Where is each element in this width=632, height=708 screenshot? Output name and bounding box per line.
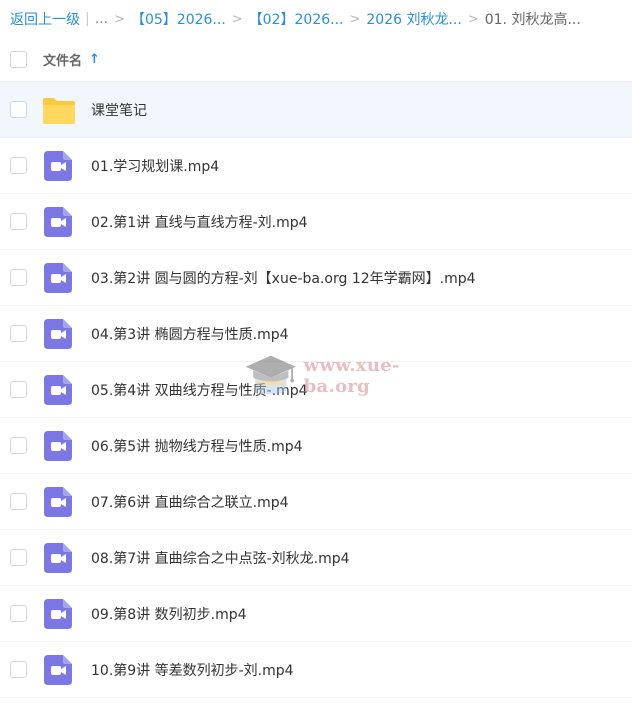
file-row[interactable]: 10.第9讲 等差数列初步-刘.mp4 (0, 642, 632, 698)
back-link[interactable]: 返回上一级 (10, 9, 80, 29)
row-checkbox[interactable] (10, 661, 27, 678)
filename-column-label: 文件名 (43, 54, 83, 69)
list-header: 文件名 ↑ (0, 38, 632, 82)
chevron-right-icon: > (467, 11, 479, 27)
select-all-checkbox[interactable] (10, 51, 27, 68)
row-checkbox[interactable] (10, 325, 27, 342)
row-checkbox[interactable] (10, 437, 27, 454)
row-checkbox[interactable] (10, 493, 27, 510)
video-file-icon (44, 487, 72, 517)
file-row[interactable]: 05.第4讲 双曲线方程与性质-.mp4 (0, 362, 632, 418)
video-file-icon (44, 151, 72, 181)
file-name[interactable]: 04.第3讲 椭圆方程与性质.mp4 (91, 324, 289, 344)
file-row[interactable]: 06.第5讲 抛物线方程与性质.mp4 (0, 418, 632, 474)
video-file-icon (44, 319, 72, 349)
video-file-icon (44, 263, 72, 293)
file-row[interactable]: 04.第3讲 椭圆方程与性质.mp4 (0, 306, 632, 362)
file-name[interactable]: 03.第2讲 圆与圆的方程-刘【xue-ba.org 12年学霸网】.mp4 (91, 268, 476, 288)
breadcrumb-pipe: | (85, 11, 90, 27)
file-row[interactable]: 09.第8讲 数列初步.mp4 (0, 586, 632, 642)
video-file-icon (44, 375, 72, 405)
file-row[interactable]: 01.学习规划课.mp4 (0, 138, 632, 194)
chevron-right-icon: > (349, 11, 361, 27)
file-row[interactable]: 07.第6讲 直曲综合之联立.mp4 (0, 474, 632, 530)
file-name[interactable]: 06.第5讲 抛物线方程与性质.mp4 (91, 436, 303, 456)
video-file-icon (44, 207, 72, 237)
video-file-icon (44, 655, 72, 685)
row-checkbox[interactable] (10, 605, 27, 622)
video-file-icon (44, 543, 72, 573)
file-name[interactable]: 10.第9讲 等差数列初步-刘.mp4 (91, 660, 294, 680)
row-checkbox[interactable] (10, 157, 27, 174)
chevron-right-icon: > (231, 11, 243, 27)
chevron-right-icon: > (114, 11, 125, 27)
file-name[interactable]: 09.第8讲 数列初步.mp4 (91, 604, 247, 624)
file-name[interactable]: 07.第6讲 直曲综合之联立.mp4 (91, 492, 289, 512)
file-row[interactable]: 03.第2讲 圆与圆的方程-刘【xue-ba.org 12年学霸网】.mp4 (0, 250, 632, 306)
sort-ascending-icon[interactable]: ↑ (89, 52, 100, 67)
file-list: 课堂笔记 01.学习规划课.mp4 02.第1讲 直线与直线方程-刘.mp4 0… (0, 82, 632, 698)
folder-icon (43, 98, 75, 124)
breadcrumb: 返回上一级 | ... > 【05】2026... > 【02】2026... … (10, 0, 632, 38)
file-name[interactable]: 05.第4讲 双曲线方程与性质-.mp4 (91, 380, 308, 400)
filename-column-header[interactable]: 文件名 ↑ (43, 50, 100, 69)
video-file-icon (44, 431, 72, 461)
breadcrumb-item-3[interactable]: 2026 刘秋龙... (366, 9, 461, 29)
row-checkbox[interactable] (10, 269, 27, 286)
row-checkbox[interactable] (10, 549, 27, 566)
row-checkbox[interactable] (10, 213, 27, 230)
breadcrumb-item-2[interactable]: 【02】2026... (249, 9, 344, 29)
file-name[interactable]: 01.学习规划课.mp4 (91, 156, 219, 176)
video-file-icon (44, 599, 72, 629)
row-checkbox[interactable] (10, 381, 27, 398)
file-name[interactable]: 02.第1讲 直线与直线方程-刘.mp4 (91, 212, 308, 232)
breadcrumb-item-1[interactable]: 【05】2026... (131, 9, 226, 29)
breadcrumb-ellipsis[interactable]: ... (95, 11, 108, 27)
file-row[interactable]: 08.第7讲 直曲综合之中点弦-刘秋龙.mp4 (0, 530, 632, 586)
file-name[interactable]: 08.第7讲 直曲综合之中点弦-刘秋龙.mp4 (91, 548, 350, 568)
row-checkbox[interactable] (10, 101, 27, 118)
file-row-folder[interactable]: 课堂笔记 (0, 82, 632, 138)
breadcrumb-current: 01. 刘秋龙高... (484, 12, 581, 28)
file-name[interactable]: 课堂笔记 (91, 100, 147, 120)
file-row[interactable]: 02.第1讲 直线与直线方程-刘.mp4 (0, 194, 632, 250)
